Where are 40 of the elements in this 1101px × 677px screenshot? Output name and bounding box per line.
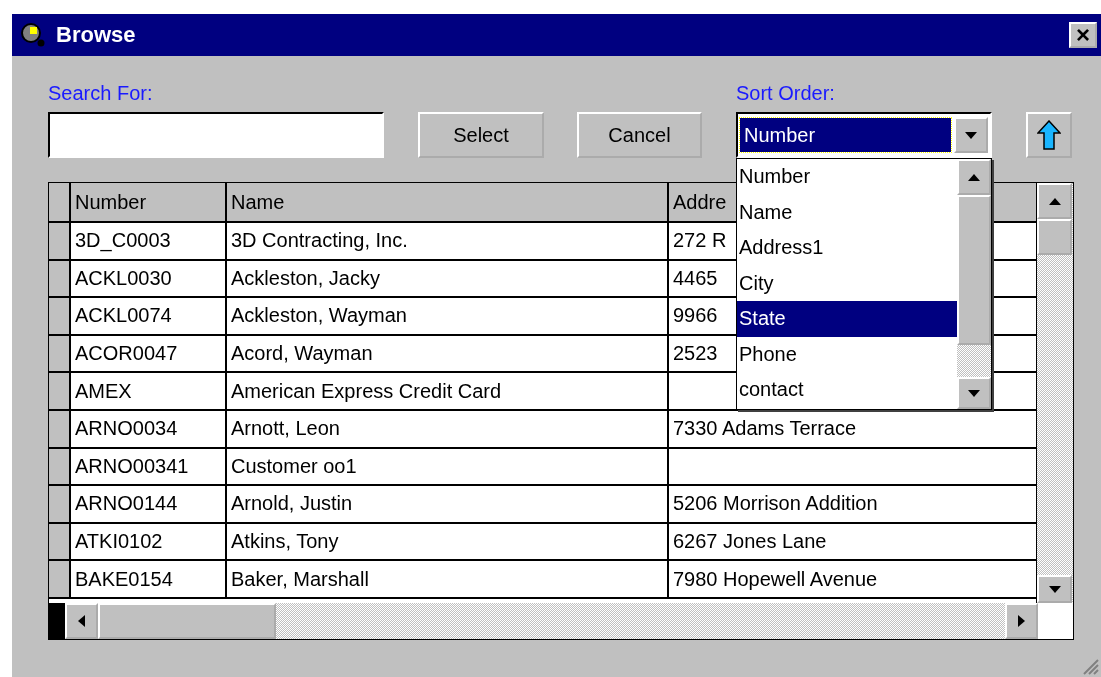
sort-direction-button[interactable]: [1026, 112, 1072, 158]
row-selector[interactable]: [49, 486, 71, 522]
row-selector[interactable]: [49, 223, 71, 259]
resize-grip-icon[interactable]: [1081, 657, 1099, 675]
row-selector[interactable]: [49, 298, 71, 334]
caret-icon: [964, 129, 978, 141]
sort-dropdown[interactable]: Number: [736, 112, 992, 158]
row-selector[interactable]: [49, 260, 71, 297]
sort-value: Number: [740, 118, 951, 152]
row-selector[interactable]: [49, 373, 71, 409]
column-header[interactable]: Number: [71, 183, 227, 221]
row-selector[interactable]: [49, 335, 71, 372]
arrow-up-icon: [1037, 120, 1061, 150]
search-label: Search For:: [48, 82, 154, 104]
row-selector[interactable]: [49, 561, 71, 597]
list-scrollbar[interactable]: [957, 159, 991, 409]
scroll-thumb[interactable]: [957, 195, 991, 345]
dropdown-button[interactable]: [954, 117, 988, 153]
scrollbar-corner: [1038, 603, 1073, 639]
scroll-right-icon: [1016, 614, 1027, 628]
vertical-scrollbar[interactable]: [1036, 183, 1073, 603]
select-button[interactable]: Select: [418, 112, 544, 158]
close-button[interactable]: ×: [1069, 22, 1097, 48]
row-selector[interactable]: [49, 183, 71, 221]
row-selector[interactable]: [49, 523, 71, 560]
scroll-left-icon: [76, 614, 87, 628]
scroll-down-icon: [1047, 583, 1062, 595]
sort-option[interactable]: State: [737, 301, 957, 337]
search-field[interactable]: [48, 112, 384, 158]
window-title: Browse: [56, 22, 137, 48]
scroll-down-icon: [967, 387, 981, 399]
cancel-button[interactable]: Cancel: [577, 112, 702, 158]
row-selector[interactable]: [49, 448, 71, 485]
scroll-thumb[interactable]: [98, 603, 276, 639]
horizontal-scrollbar[interactable]: [65, 603, 1038, 639]
row-selector[interactable]: [49, 410, 71, 447]
scroll-thumb[interactable]: [1037, 219, 1073, 255]
sort-label: Sort Order:: [736, 82, 836, 104]
column-header[interactable]: Name: [227, 183, 669, 221]
app-icon: [20, 22, 46, 48]
